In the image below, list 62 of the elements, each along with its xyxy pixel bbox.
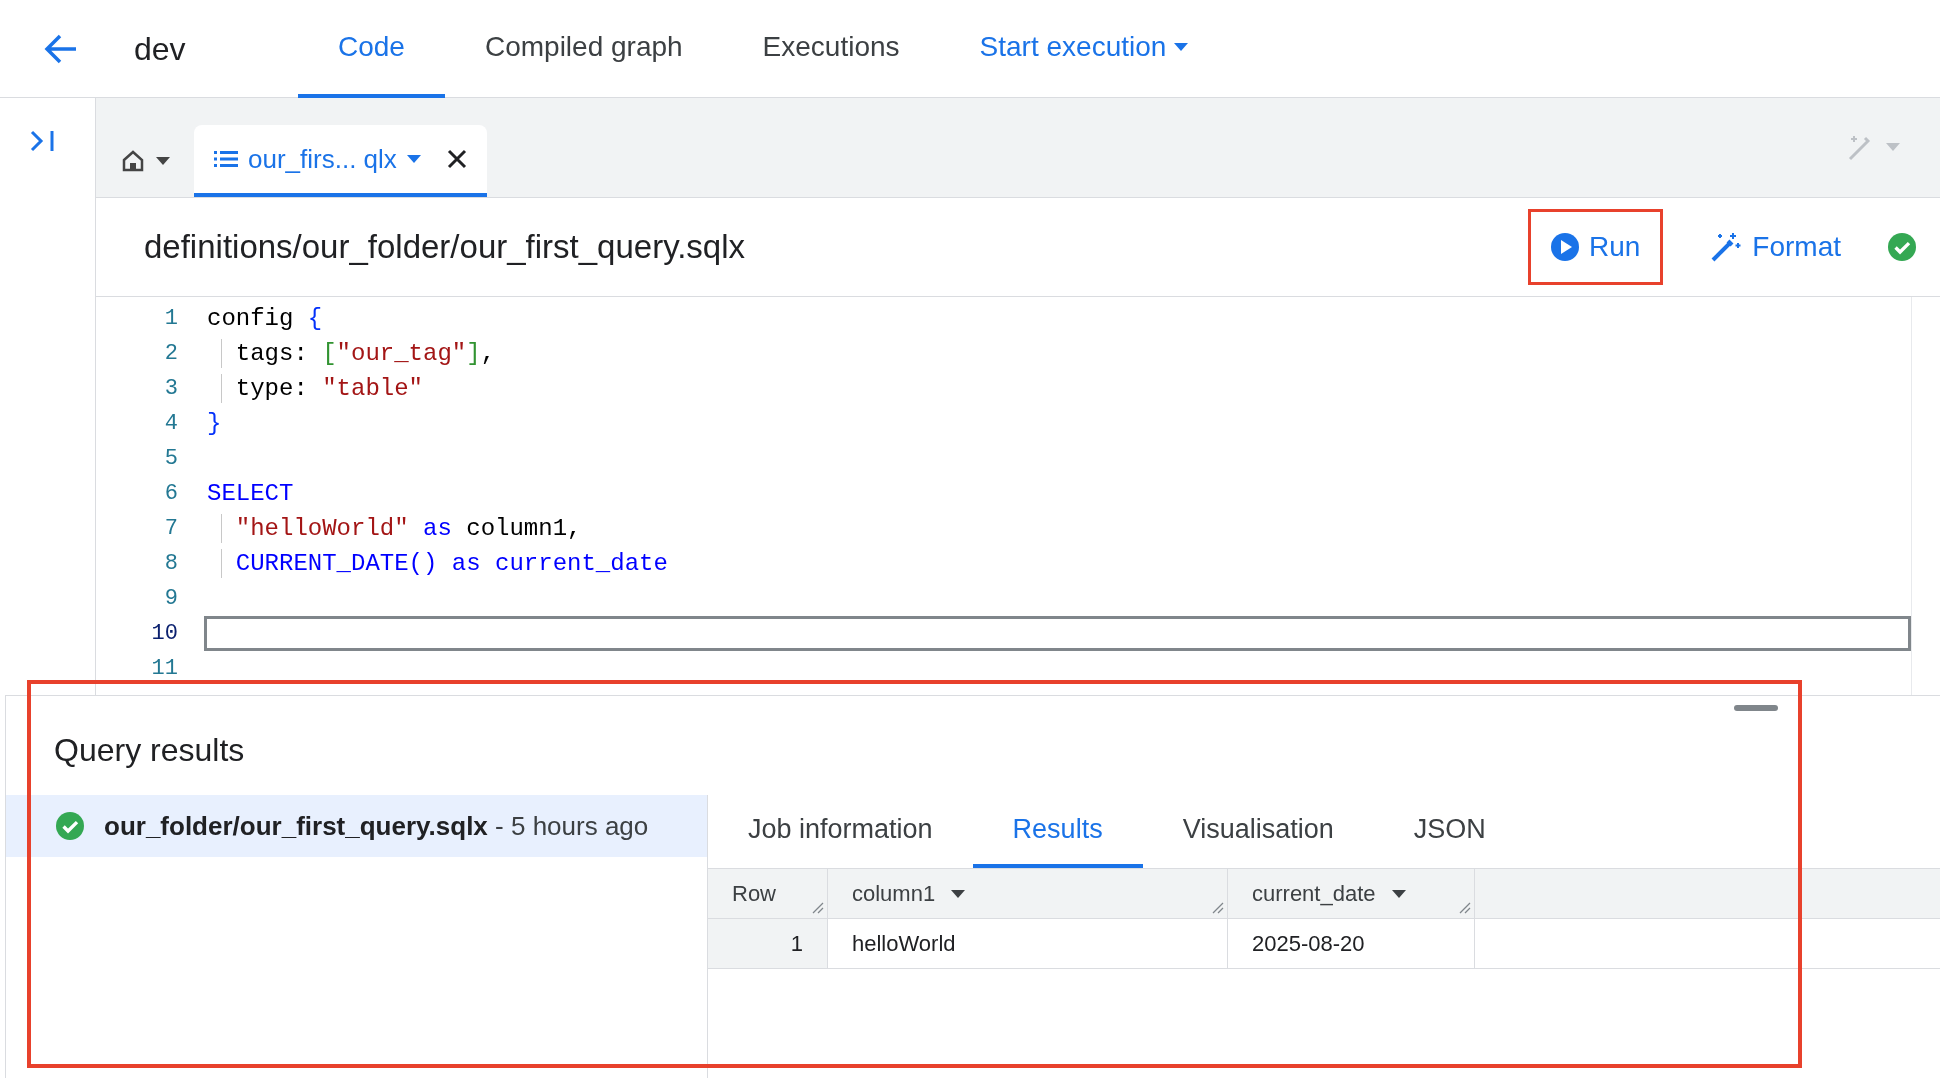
play-icon — [1550, 233, 1579, 261]
close-icon — [446, 149, 467, 169]
caret-icon — [156, 157, 170, 165]
table-cell: helloWorld — [828, 919, 1228, 968]
check-circle-icon — [56, 812, 84, 840]
panel-title: Query results — [54, 731, 245, 770]
line-number: 7 — [163, 515, 178, 543]
line-number: 5 — [163, 445, 178, 473]
file-tab[interactable]: our_firs... qlx — [194, 125, 487, 197]
caret-icon — [406, 155, 421, 163]
line-number: 3 — [163, 375, 178, 403]
run-button[interactable]: Run — [1527, 209, 1664, 285]
resize-grip-icon[interactable] — [1212, 902, 1224, 914]
workspace-title: dev — [134, 29, 187, 69]
code-line: config { — [206, 303, 324, 334]
code-line: type: "table" — [204, 371, 1911, 406]
result-tab[interactable]: Job information — [708, 795, 973, 868]
table-cell: 1 — [708, 919, 828, 968]
home-icon — [122, 150, 144, 172]
code-line: CURRENT_DATE() as current_date — [204, 546, 1911, 581]
start-execution-dropdown[interactable]: Start execution — [939, 0, 1229, 98]
code-line: "helloWorld" as column1, — [204, 511, 1911, 546]
line-number: 10 — [150, 620, 178, 648]
back-arrow-icon — [44, 33, 78, 64]
code-line: } — [206, 408, 223, 439]
column-label: current_date — [1252, 880, 1376, 908]
column-label: Row — [732, 880, 776, 908]
column-menu-button[interactable] — [1391, 889, 1406, 898]
close-button[interactable] — [446, 149, 467, 169]
result-tab[interactable]: Visualisation — [1142, 795, 1374, 868]
result-tab[interactable]: JSON — [1373, 795, 1526, 868]
line-number: 2 — [163, 340, 178, 368]
back-button[interactable] — [44, 33, 78, 64]
resize-handle[interactable] — [1734, 705, 1778, 711]
file-path: definitions/our_folder/our_first_query.sqlx — [144, 227, 746, 268]
nav-tab[interactable]: Executions — [722, 0, 940, 98]
line-number: 11 — [150, 655, 178, 683]
magic-wand-icon — [1710, 231, 1743, 263]
file-tab-label[interactable]: our_firs... qlx — [248, 139, 397, 179]
caret-icon — [1391, 889, 1406, 898]
format-button[interactable]: Format — [1687, 209, 1864, 285]
nav-tab[interactable]: Compiled graph — [444, 0, 723, 98]
list-icon — [214, 150, 238, 168]
check-circle-icon — [1888, 233, 1916, 261]
resize-grip-icon[interactable] — [1459, 902, 1471, 914]
resize-grip-icon[interactable] — [812, 902, 824, 914]
caret-icon — [1174, 42, 1189, 51]
line-number: 4 — [163, 410, 178, 438]
expand-panel-icon — [30, 128, 56, 153]
line-number: 9 — [163, 585, 178, 613]
table-cell: 2025-08-20 — [1228, 919, 1475, 968]
line-number: 1 — [163, 305, 178, 333]
code-line: tags: ["our_tag"], — [204, 336, 1911, 371]
caret-icon — [951, 889, 966, 898]
line-number: 6 — [163, 480, 178, 508]
history-item[interactable]: our_folder/our_first_query.sqlx - 5 hours ago — [6, 795, 707, 857]
column-menu-button[interactable] — [951, 889, 966, 898]
expand-panel-button[interactable] — [30, 128, 56, 153]
code-line: SELECT — [206, 478, 295, 509]
column-label: column1 — [852, 880, 936, 908]
line-number: 8 — [163, 550, 178, 578]
caret-icon — [1886, 143, 1900, 151]
